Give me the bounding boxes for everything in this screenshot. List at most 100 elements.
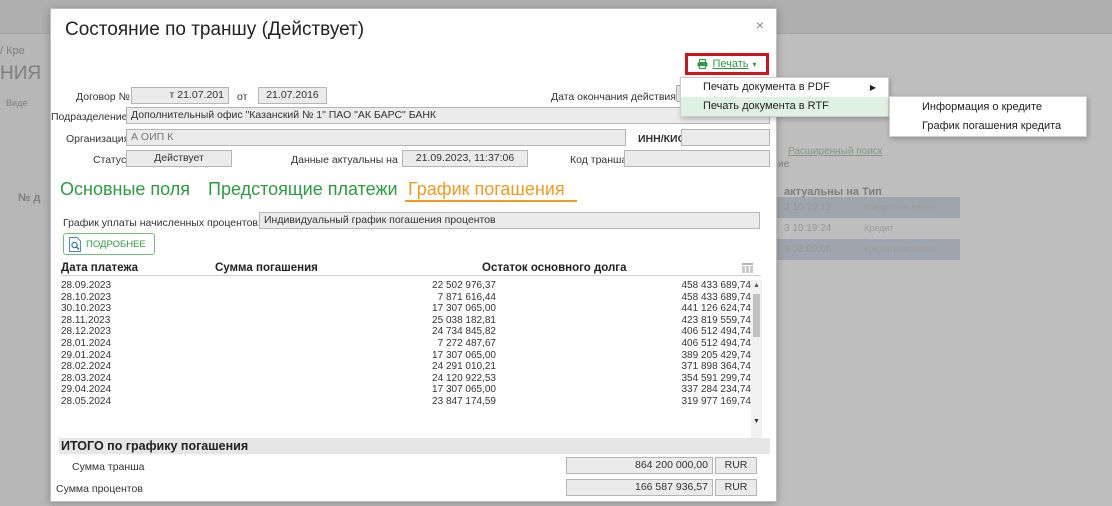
close-icon[interactable]: × — [756, 17, 764, 33]
cell-rest: 406 512 494,74 — [681, 326, 751, 338]
cell-rest: 354 591 299,74 — [681, 372, 751, 384]
cell-date: 28.03.2024 — [61, 372, 112, 384]
cell-date: 28.05.2024 — [61, 395, 112, 407]
interest-currency: RUR — [715, 479, 757, 496]
cell-rest: 406 512 494,74 — [681, 337, 751, 349]
schedule-grid-body: 28.09.2023 22 502 976,37 458 433 689,74 28… — [61, 280, 761, 438]
data-actual-field[interactable]: 21.09.2023, 11:37:06 — [402, 150, 528, 167]
inn-label: ИНН/КИО — [638, 133, 686, 145]
active-tab-indicator — [405, 200, 577, 202]
print-menu: Печать документа в PDF ▶ Печать документ… — [680, 77, 889, 117]
table-row[interactable]: 28.02.2024 24 291 010,21 371 898 364,74 — [61, 361, 761, 373]
cell-rest: 441 126 624,74 — [681, 303, 751, 315]
cell-sum: 24 120 922,53 — [432, 372, 496, 384]
chevron-down-icon: ▾ — [752, 59, 757, 69]
printer-icon — [697, 59, 708, 69]
cell-date: 28.09.2023 — [61, 280, 112, 291]
column-header-date[interactable]: Дата платежа — [61, 262, 138, 274]
tranche-sum-field[interactable]: 864 200 000,00 — [566, 457, 713, 474]
organization-label: Организация — [66, 133, 130, 145]
tab-repayment-schedule[interactable]: График погашения — [408, 179, 565, 200]
columns-icon[interactable] — [742, 263, 753, 273]
cell-rest: 337 284 234,74 — [681, 384, 751, 396]
grid-scrollbar[interactable]: ▲ ▼ — [751, 280, 762, 438]
contract-date-field[interactable]: 21.07.2016 — [258, 87, 327, 104]
cell-sum: 7 272 487,67 — [437, 337, 496, 349]
menu-item-print-pdf[interactable]: Печать документа в PDF ▶ — [681, 78, 888, 97]
cell-sum: 25 038 182,81 — [432, 314, 496, 326]
inn-field[interactable] — [681, 129, 770, 146]
tranche-code-label: Код транша — [570, 154, 628, 166]
column-header-sum[interactable]: Сумма погашения — [215, 262, 318, 274]
cell-sum: 7 871 616,44 — [437, 291, 496, 303]
division-field[interactable]: Дополнительный офис "Казанский № 1" ПАО … — [126, 107, 770, 124]
cell-date: 28.02.2024 — [61, 361, 112, 373]
cell-rest: 458 433 689,74 — [681, 291, 751, 303]
data-actual-label: Данные актуальны на — [291, 154, 398, 166]
interest-schedule-label: График уплаты начисленных процентов — [63, 217, 259, 229]
table-row[interactable]: 28.10.2023 7 871 616,44 458 433 689,74 — [61, 292, 761, 304]
table-row[interactable]: 28.11.2023 25 038 182,81 423 819 559,74 — [61, 315, 761, 327]
cell-date: 28.11.2023 — [61, 314, 111, 326]
more-details-label: ПОДРОБНЕЕ — [86, 238, 146, 250]
table-row[interactable]: 28.03.2024 24 120 922,53 354 591 299,74 — [61, 373, 761, 385]
rtf-submenu: Информация о кредите График погашения кр… — [889, 96, 1087, 137]
interest-sum-label: Сумма процентов — [56, 483, 143, 495]
cell-rest: 423 819 559,74 — [681, 314, 751, 326]
cell-sum: 24 734 845,82 — [432, 326, 496, 338]
totals-title: ИТОГО по графику погашения — [59, 438, 770, 454]
cell-rest: 371 898 364,74 — [681, 361, 751, 373]
status-field[interactable]: Действует — [126, 150, 232, 167]
scrollbar-thumb[interactable] — [753, 294, 760, 337]
table-row[interactable]: 28.01.2024 7 272 487,67 406 512 494,74 — [61, 338, 761, 350]
table-row[interactable]: 30.10.2023 17 307 065,00 441 126 624,74 — [61, 303, 761, 315]
cell-rest: 458 433 689,74 — [681, 280, 751, 291]
print-button[interactable]: Печать ▾ — [685, 53, 769, 75]
organization-field[interactable]: А ОИП К — [126, 129, 626, 146]
document-search-icon — [69, 236, 81, 252]
status-label: Статус — [93, 154, 127, 166]
print-button-label: Печать — [712, 58, 749, 70]
cell-date: 30.10.2023 — [61, 303, 112, 315]
tranche-state-dialog: Состояние по траншу (Действует) × Печать… — [50, 8, 777, 502]
cell-sum: 23 847 174,59 — [432, 395, 496, 407]
table-row[interactable]: 28.09.2023 22 502 976,37 458 433 689,74 — [61, 280, 761, 292]
scroll-down-icon[interactable]: ▼ — [751, 416, 762, 427]
interest-schedule-field[interactable]: Индивидуальный график погашения проценто… — [259, 212, 760, 229]
tab-upcoming-payments[interactable]: Предстоящие платежи — [208, 179, 398, 200]
menu-item-label: Печать документа в RTF — [703, 100, 829, 112]
tranche-sum-label: Сумма транша — [72, 461, 145, 473]
cell-date: 29.04.2024 — [61, 384, 112, 396]
submenu-item-credit-info[interactable]: Информация о кредите — [890, 98, 1086, 117]
tranche-code-field[interactable] — [624, 150, 770, 167]
menu-item-label: Печать документа в PDF — [703, 81, 830, 93]
cell-sum: 17 307 065,00 — [432, 303, 496, 315]
cell-sum: 22 502 976,37 — [432, 280, 496, 291]
cell-sum: 17 307 065,00 — [432, 384, 496, 396]
contract-from-label: от — [237, 91, 248, 103]
table-row[interactable]: 28.05.2024 23 847 174,59 319 977 169,74 — [61, 396, 761, 408]
menu-item-print-rtf[interactable]: Печать документа в RTF — [681, 97, 888, 116]
tranche-currency: RUR — [715, 457, 757, 474]
dialog-title: Состояние по траншу (Действует) — [65, 19, 365, 40]
cell-date: 28.01.2024 — [61, 337, 112, 349]
table-row[interactable]: 28.12.2023 24 734 845,82 406 512 494,74 — [61, 326, 761, 338]
scroll-up-icon[interactable]: ▲ — [751, 280, 762, 291]
table-row[interactable]: 29.04.2024 17 307 065,00 337 284 234,74 — [61, 384, 761, 396]
submenu-item-repayment-schedule[interactable]: График погашения кредита — [890, 117, 1086, 136]
cell-rest: 389 205 429,74 — [681, 349, 751, 361]
end-date-label: Дата окончания действия — [551, 91, 676, 103]
table-row[interactable]: 29.01.2024 17 307 065,00 389 205 429,74 — [61, 350, 761, 362]
column-header-rest[interactable]: Остаток основного долга — [482, 262, 627, 274]
contract-number-field[interactable]: т 21.07.201 — [131, 87, 229, 104]
division-label: Подразделение — [51, 111, 128, 123]
interest-sum-field[interactable]: 166 587 936,57 — [566, 479, 713, 496]
more-details-button[interactable]: ПОДРОБНЕЕ — [63, 233, 155, 255]
cell-date: 28.12.2023 — [61, 326, 112, 338]
schedule-grid-header: Дата платежа Сумма погашения Остаток осн… — [61, 262, 761, 276]
cell-date: 29.01.2024 — [61, 349, 112, 361]
cell-date: 28.10.2023 — [61, 291, 112, 303]
tab-main-fields[interactable]: Основные поля — [60, 179, 190, 200]
cell-sum: 17 307 065,00 — [432, 349, 496, 361]
chevron-right-icon: ▶ — [869, 83, 876, 92]
